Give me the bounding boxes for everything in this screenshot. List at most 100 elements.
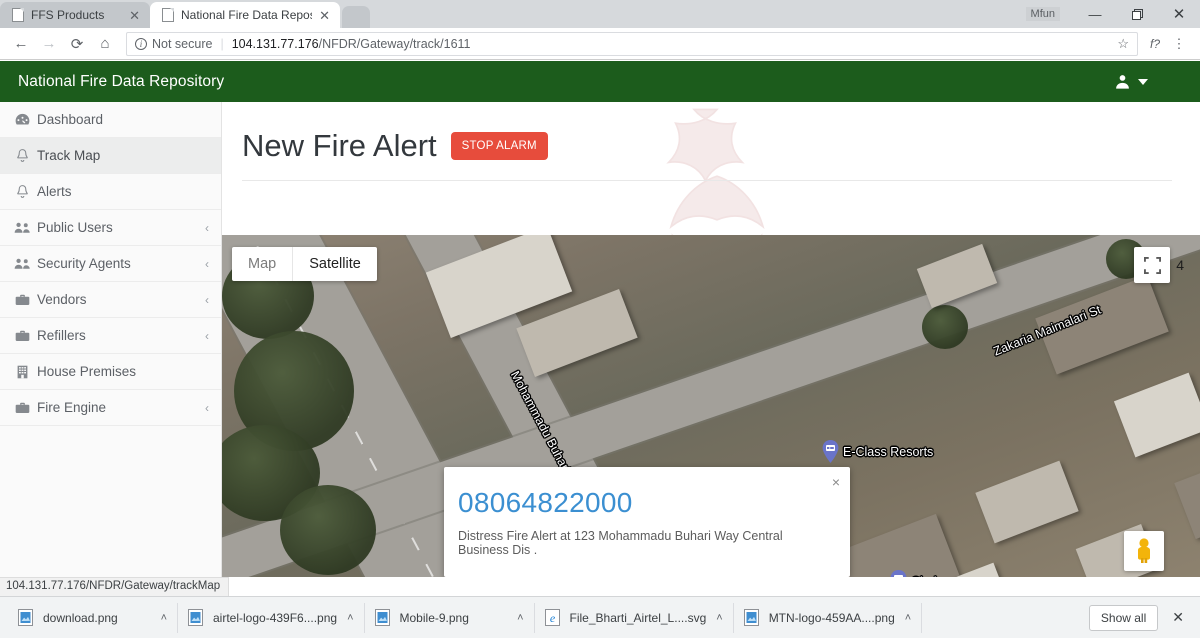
app-brand-title: National Fire Data Repository bbox=[18, 72, 225, 90]
zoom-level-label: 4 bbox=[1176, 257, 1184, 273]
forward-button[interactable]: → bbox=[36, 31, 62, 57]
download-file-name: airtel-logo-439F6....png bbox=[213, 610, 338, 625]
download-item[interactable]: airtel-logo-439F6....png ˄ bbox=[178, 602, 365, 633]
chevron-up-icon[interactable]: ˄ bbox=[517, 612, 523, 624]
svg-file-icon: e bbox=[544, 609, 560, 626]
stop-alarm-button[interactable]: STOP ALARM bbox=[450, 132, 548, 160]
new-tab-button[interactable] bbox=[342, 6, 370, 28]
bookmark-star-icon[interactable]: ☆ bbox=[1117, 36, 1129, 52]
close-window-button[interactable]: ✕ bbox=[1158, 0, 1200, 28]
page-header: New Fire Alert STOP ALARM bbox=[222, 102, 1200, 181]
chevron-up-icon[interactable]: ˄ bbox=[161, 612, 167, 624]
close-icon[interactable]: × bbox=[832, 474, 840, 490]
tab-close-icon[interactable]: ✕ bbox=[129, 9, 140, 22]
dashboard-icon bbox=[14, 113, 31, 126]
hotel-pin-icon bbox=[890, 570, 907, 577]
browser-tab-2[interactable]: National Fire Data Repos ✕ bbox=[150, 2, 340, 28]
map-type-switcher[interactable]: Map Satellite bbox=[232, 247, 377, 281]
security-indicator[interactable]: i Not secure bbox=[135, 37, 212, 51]
browser-toolbar: ← → ⟳ ⌂ i Not secure | 104.131.77.176 /N… bbox=[0, 28, 1200, 60]
download-shelf: download.png ˄ airtel-logo-439F6....png … bbox=[0, 596, 1200, 638]
minimize-button[interactable]: — bbox=[1074, 0, 1116, 28]
address-bar[interactable]: i Not secure | 104.131.77.176 /NFDR/Gate… bbox=[126, 31, 1138, 56]
users-icon bbox=[14, 257, 31, 270]
sidebar-item-fire-engine[interactable]: Fire Engine ‹ bbox=[0, 390, 221, 426]
alert-description: Distress Fire Alert at 123 Mohammadu Buh… bbox=[458, 529, 783, 557]
page-icon bbox=[162, 8, 174, 22]
chevron-left-icon: ‹ bbox=[205, 256, 209, 271]
fullscreen-button[interactable] bbox=[1134, 247, 1170, 283]
browser-tab-1[interactable]: FFS Products ✕ bbox=[0, 2, 150, 28]
download-item[interactable]: MTN-logo-459AA....png ˄ bbox=[734, 602, 923, 633]
home-button[interactable]: ⌂ bbox=[92, 31, 118, 57]
browser-window: FFS Products ✕ National Fire Data Repos … bbox=[0, 0, 1200, 638]
bell-icon bbox=[14, 184, 31, 199]
fullscreen-icon bbox=[1143, 256, 1161, 274]
image-file-icon bbox=[18, 609, 33, 626]
poi-marker[interactable]: E-Class Resorts bbox=[822, 440, 933, 463]
sidebar-item-label: Alerts bbox=[37, 184, 72, 199]
main-content: New Fire Alert STOP ALARM Map Satellite … bbox=[222, 102, 1200, 577]
chevron-left-icon: ‹ bbox=[205, 328, 209, 343]
chevron-left-icon: ‹ bbox=[205, 220, 209, 235]
title-row: New Fire Alert STOP ALARM bbox=[242, 128, 1172, 164]
user-menu-button[interactable] bbox=[1114, 73, 1182, 90]
chevron-up-icon[interactable]: ˄ bbox=[905, 612, 911, 624]
download-file-name: download.png bbox=[43, 610, 118, 625]
browser-menu-button[interactable]: ⋮ bbox=[1166, 31, 1192, 57]
sidebar-item-refillers[interactable]: Refillers ‹ bbox=[0, 318, 221, 354]
sidebar-item-label: Track Map bbox=[37, 148, 101, 163]
chevron-down-icon bbox=[1138, 78, 1148, 85]
tab-close-icon[interactable]: ✕ bbox=[319, 9, 330, 22]
briefcase-icon bbox=[14, 329, 31, 342]
tab-title: FFS Products bbox=[31, 8, 105, 22]
omnibox-separator: | bbox=[220, 36, 224, 51]
download-item[interactable]: download.png ˄ bbox=[8, 602, 178, 633]
street-view-pegman-icon bbox=[1138, 538, 1150, 563]
maximize-button[interactable] bbox=[1116, 0, 1158, 28]
map-type-map[interactable]: Map bbox=[232, 247, 292, 281]
sidebar-item-house-premises[interactable]: House Premises bbox=[0, 354, 221, 390]
page-icon bbox=[12, 8, 24, 22]
building-icon bbox=[14, 365, 31, 379]
back-button[interactable]: ← bbox=[8, 31, 34, 57]
track-map[interactable]: Map Satellite 4 Mohammadu Buhari Way Zak… bbox=[222, 235, 1200, 577]
tab-strip: FFS Products ✕ National Fire Data Repos … bbox=[0, 0, 1200, 28]
sidebar-item-label: Dashboard bbox=[37, 112, 104, 127]
chevron-up-icon[interactable]: ˄ bbox=[716, 612, 722, 624]
reload-button[interactable]: ⟳ bbox=[64, 31, 90, 57]
show-all-downloads-button[interactable]: Show all bbox=[1088, 604, 1159, 631]
extension-icon[interactable]: f? bbox=[1146, 37, 1164, 51]
header-divider bbox=[242, 180, 1172, 181]
chevron-up-icon[interactable]: ˄ bbox=[347, 612, 353, 624]
close-shelf-button[interactable]: ✕ bbox=[1172, 609, 1188, 626]
image-file-icon bbox=[743, 609, 759, 626]
street-view-pegman[interactable] bbox=[1124, 531, 1164, 571]
url-host: 104.131.77.176 bbox=[231, 36, 319, 51]
sidebar-item-label: Public Users bbox=[37, 220, 113, 235]
shelf-actions: Show all ✕ bbox=[1088, 604, 1192, 631]
sidebar-item-track-map[interactable]: Track Map bbox=[0, 138, 221, 174]
sidebar-item-alerts[interactable]: Alerts bbox=[0, 174, 221, 210]
sidebar-item-dashboard[interactable]: Dashboard bbox=[0, 102, 221, 138]
profile-name-chip[interactable]: Mfun bbox=[1025, 7, 1060, 21]
tree-canopy bbox=[280, 485, 376, 575]
image-file-icon bbox=[374, 609, 390, 626]
sidebar-item-vendors[interactable]: Vendors ‹ bbox=[0, 282, 221, 318]
page-title: New Fire Alert bbox=[242, 128, 437, 163]
map-type-satellite[interactable]: Satellite bbox=[292, 247, 377, 281]
download-file-name: MTN-logo-459AA....png bbox=[768, 610, 895, 625]
sidebar-item-security-agents[interactable]: Security Agents ‹ bbox=[0, 246, 221, 282]
sidebar-item-public-users[interactable]: Public Users ‹ bbox=[0, 210, 221, 246]
sidebar-item-label: Fire Engine bbox=[37, 400, 107, 415]
bell-icon bbox=[14, 148, 31, 163]
chevron-left-icon: ‹ bbox=[205, 400, 209, 415]
sidebar: Dashboard Track Map Alerts Public Users … bbox=[0, 102, 222, 577]
poi-marker[interactable]: Chelsea bbox=[890, 570, 957, 577]
download-item[interactable]: e File_Bharti_Airtel_L....svg ˄ bbox=[535, 602, 734, 633]
map-info-window: × 08064822000 Distress Fire Alert at 123… bbox=[444, 467, 850, 577]
security-label: Not secure bbox=[152, 36, 213, 51]
download-item[interactable]: Mobile-9.png ˄ bbox=[365, 602, 535, 633]
download-file-name: File_Bharti_Airtel_L....svg bbox=[569, 610, 707, 625]
restore-icon bbox=[1131, 8, 1143, 20]
